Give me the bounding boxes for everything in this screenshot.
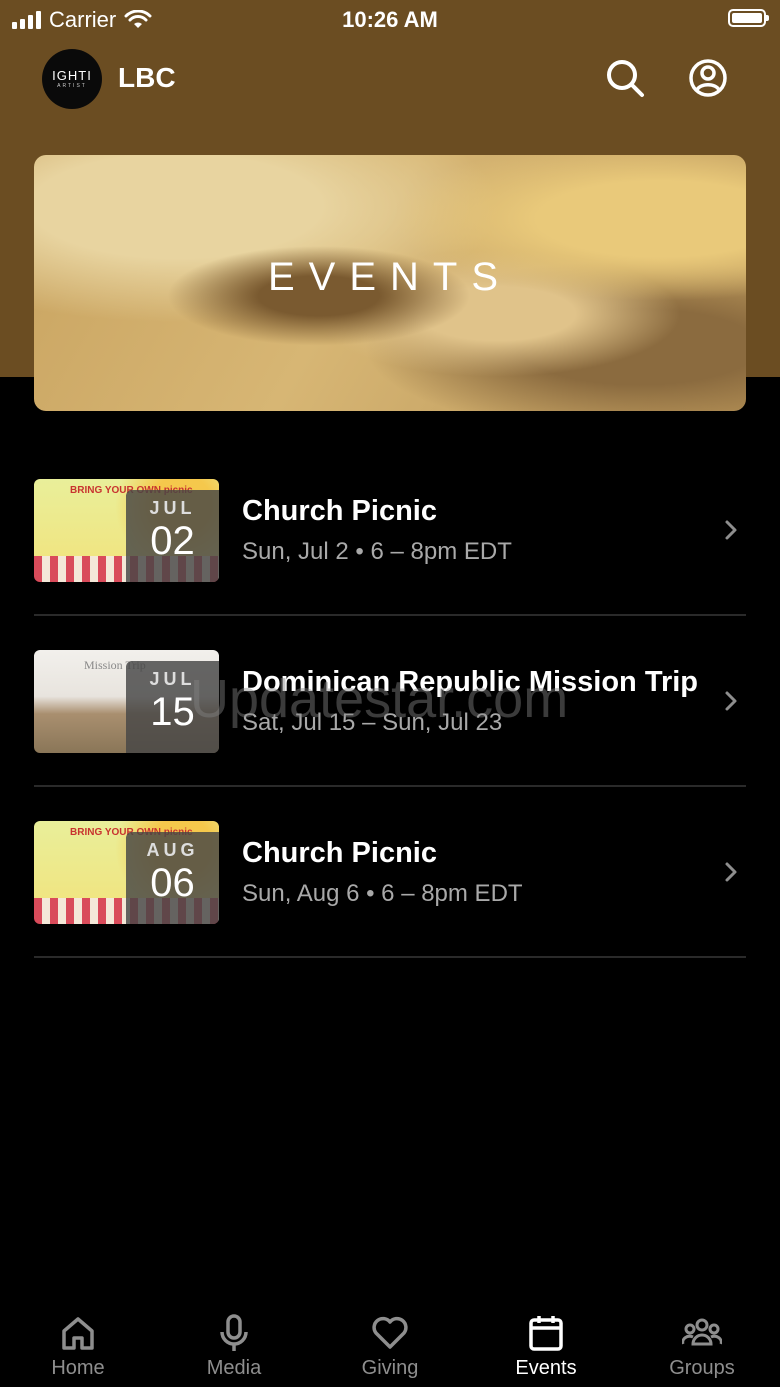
event-date: Sun, Jul 2 • 6 – 8pm EDT — [242, 538, 512, 565]
event-title: Church Picnic — [242, 837, 437, 869]
tab-label: Groups — [669, 1357, 735, 1379]
date-badge-month: JUL — [149, 498, 196, 518]
event-title: Church Picnic — [242, 495, 437, 527]
date-badge-day: 15 — [150, 690, 195, 734]
chevron-right-icon — [725, 691, 737, 711]
banner-title: EVENTS — [267, 255, 513, 299]
logo-subtext: ARTIST — [57, 83, 87, 89]
date-badge-month: JUL — [149, 669, 196, 689]
chevron-right-icon — [725, 520, 737, 540]
tab-label: Home — [51, 1357, 105, 1379]
user-circle-icon[interactable] — [688, 58, 728, 98]
date-badge-month: AUG — [146, 840, 199, 860]
microphone-icon — [220, 1314, 248, 1351]
status-time: 10:26 AM — [342, 7, 438, 32]
tab-home[interactable]: Home — [0, 1295, 156, 1387]
date-badge: JUL 02 — [126, 490, 219, 582]
logo-text: IGHTI — [52, 68, 92, 83]
home-icon — [62, 1317, 94, 1350]
group-icon — [682, 1318, 722, 1346]
tab-groups[interactable]: Groups — [624, 1295, 780, 1387]
tab-events[interactable]: Events — [468, 1295, 624, 1387]
event-date: Sat, Jul 15 – Sun, Jul 23 — [242, 709, 503, 736]
tab-media[interactable]: Media — [156, 1295, 312, 1387]
event-thumbnail: Mission Trip JUL 15 — [34, 650, 219, 753]
event-thumbnail: BRING YOUR OWN picnic JUL 02 — [34, 479, 219, 582]
event-list: BRING YOUR OWN picnic JUL 02 Church Picn… — [34, 445, 746, 958]
date-badge: AUG 06 — [126, 832, 219, 924]
events-banner: EVENTS — [34, 155, 746, 411]
date-badge: JUL 15 — [126, 661, 219, 753]
chevron-right-icon — [725, 862, 737, 882]
tab-label: Media — [206, 1357, 262, 1379]
event-row[interactable]: BRING YOUR OWN picnic JUL 02 Church Picn… — [34, 445, 746, 616]
tab-label: Giving — [361, 1357, 419, 1379]
date-badge-day: 06 — [150, 861, 195, 905]
app-title: LBC — [118, 62, 176, 93]
date-badge-day: 02 — [150, 519, 195, 563]
calendar-icon — [529, 1316, 563, 1351]
heart-icon — [372, 1316, 408, 1349]
status-bar: Carrier 10:26 AM — [0, 0, 780, 40]
tab-label: Events — [515, 1357, 577, 1379]
event-row[interactable]: BRING YOUR OWN picnic AUG 06 Church Picn… — [34, 787, 746, 958]
battery-icon — [728, 9, 769, 27]
event-title: Dominican Republic Mission Trip — [242, 666, 698, 698]
tab-giving[interactable]: Giving — [312, 1295, 468, 1387]
event-thumbnail: BRING YOUR OWN picnic AUG 06 — [34, 821, 219, 924]
app-bar: IGHTI ARTIST LBC — [0, 48, 780, 110]
church-logo[interactable]: IGHTI ARTIST — [42, 49, 102, 109]
event-date: Sun, Aug 6 • 6 – 8pm EDT — [242, 880, 523, 907]
tab-bar: Home Media Giving Events Groups — [0, 1295, 780, 1387]
search-icon[interactable] — [605, 58, 645, 98]
event-row[interactable]: Mission Trip JUL 15 Dominican Republic M… — [34, 616, 746, 787]
